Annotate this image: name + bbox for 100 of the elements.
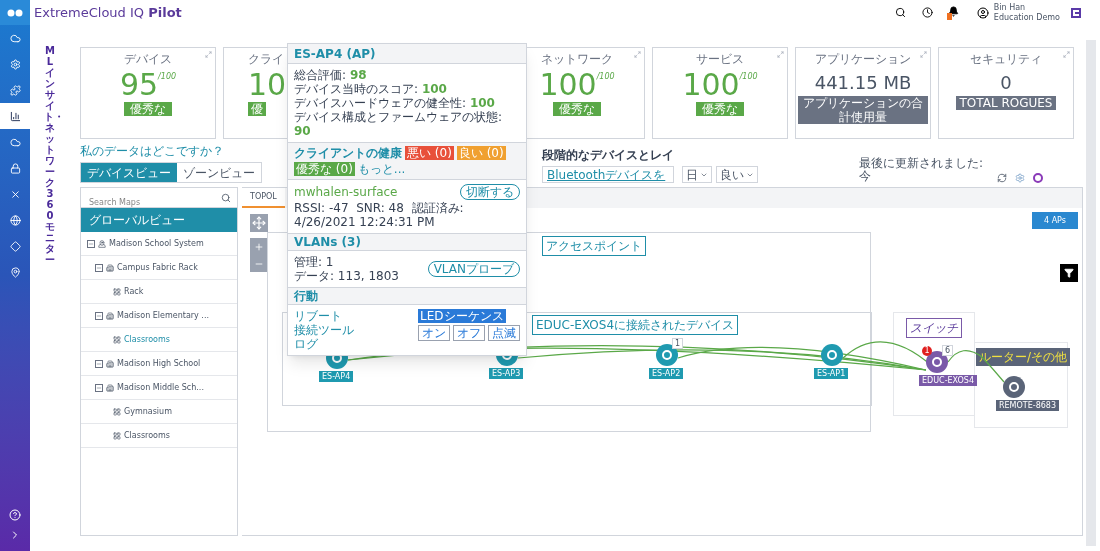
node-label: ES-AP4 <box>319 371 354 382</box>
cross-icon <box>9 188 21 200</box>
card-badge: TOTAL ROGUES <box>955 96 1057 110</box>
expand-icon[interactable] <box>1063 51 1070 58</box>
search-icon[interactable] <box>894 7 906 18</box>
led-button[interactable]: オフ <box>453 325 485 341</box>
client-name[interactable]: mwhalen-surface <box>294 185 398 199</box>
filter-field[interactable]: Bluetoothデバイスを <box>542 166 674 183</box>
pan-control[interactable] <box>250 214 268 232</box>
bell-icon[interactable] <box>946 5 959 20</box>
help-icon[interactable] <box>9 509 21 521</box>
led-button[interactable]: オン <box>418 325 450 341</box>
tree-item[interactable]: Madison High School <box>81 352 237 376</box>
settings-icon <box>9 58 21 70</box>
node-label: ES-AP1 <box>814 368 849 379</box>
cloud-icon <box>9 32 21 44</box>
score-line: 総合評価: 98 <box>294 68 368 82</box>
card-score: 441.15 MB <box>814 71 912 95</box>
node-label: ES-AP2 <box>649 368 684 379</box>
section-title: クライアントの健康 <box>294 146 402 160</box>
card-title: クライ <box>248 51 284 68</box>
card-max: /100 <box>739 71 758 83</box>
alert-badge: 1 <box>922 346 932 356</box>
collapse-icon[interactable] <box>95 359 103 368</box>
action-link[interactable]: ログ <box>294 337 354 351</box>
collapse-icon[interactable] <box>95 311 103 320</box>
building-icon <box>106 263 114 272</box>
popup-title: ES-AP4 (AP) <box>294 46 376 61</box>
filter-icon[interactable] <box>1064 268 1074 278</box>
client-stats: RSSI: -47 SNR: 48 認証済み: 4/26/2021 12:24:31 PM <box>294 201 465 229</box>
group-label: アクセスポイント <box>542 236 646 256</box>
cloud-icon <box>9 136 21 148</box>
expand-icon[interactable] <box>920 51 927 58</box>
refresh-icon[interactable] <box>997 173 1007 183</box>
last-updated: 最後に更新されました: 今 <box>859 157 985 183</box>
card-title: サービス <box>696 51 744 68</box>
dropdown[interactable]: 良い <box>716 166 758 183</box>
user-org: Education Demo <box>993 12 1060 23</box>
group-label: EDUC-EXOS4に接続されたデバイス <box>532 315 739 335</box>
score-line: デバイス構成とファームウェアの状態: 90 <box>294 110 504 138</box>
card-max: /100 <box>158 71 177 83</box>
tree-item[interactable]: Rack <box>81 280 237 304</box>
score-line: デバイス当時のスコア: 100 <box>294 82 448 96</box>
user-icon[interactable] <box>976 6 989 19</box>
collapse-icon[interactable] <box>95 383 103 392</box>
card-title: セキュリティ <box>970 51 1042 68</box>
tree-item[interactable]: Classrooms <box>81 328 237 352</box>
action-link[interactable]: 接続ツール <box>294 323 354 337</box>
health-badge: 優秀な (0) <box>294 162 355 176</box>
card-score: 10 <box>248 68 287 102</box>
zoom-in-icon[interactable] <box>254 241 264 252</box>
expand-icon[interactable] <box>777 51 784 58</box>
grid-icon <box>113 407 121 416</box>
expand-icon[interactable] <box>205 51 212 58</box>
more-link[interactable]: もっと... <box>357 162 406 176</box>
globe-icon <box>9 214 21 226</box>
access-point-node[interactable] <box>656 344 678 366</box>
card-title: デバイス <box>124 51 172 68</box>
lock-icon <box>9 162 21 174</box>
switch-node[interactable] <box>926 351 948 373</box>
view-tab[interactable]: デバイスビュー <box>81 163 177 182</box>
diamond-icon <box>9 240 21 252</box>
access-point-node[interactable] <box>821 344 843 366</box>
card-score: 0 <box>1000 71 1012 95</box>
section-title: VLANs (3) <box>294 235 361 249</box>
toggle-icon[interactable] <box>1033 173 1043 183</box>
node-label: ES-AP3 <box>489 368 524 379</box>
logo-icon[interactable] <box>0 0 30 25</box>
led-button[interactable]: 点滅 <box>488 325 520 341</box>
group-label: スイッチ <box>906 318 962 338</box>
tree-item[interactable]: Madison School System <box>81 232 237 256</box>
app-title: ExtremeCloud IQ Pilot <box>34 3 182 22</box>
clock-icon[interactable] <box>921 7 933 18</box>
ap-count-button[interactable]: 4 APs <box>1032 212 1078 229</box>
chart-icon <box>9 110 21 122</box>
expand-icon[interactable] <box>634 51 641 58</box>
collapse-icon[interactable] <box>87 239 95 248</box>
tree-item[interactable]: Campus Fabric Rack <box>81 256 237 280</box>
tree-root[interactable]: グローバルビュー <box>81 208 237 232</box>
tree-item[interactable]: Classrooms <box>81 424 237 448</box>
card-badge: アプリケーションの合計使用量 <box>798 96 928 124</box>
tree-item[interactable]: Madison Elementary ... <box>81 304 237 328</box>
grid-icon <box>113 335 121 344</box>
topology-tab[interactable]: TOPOL <box>242 188 285 208</box>
scrollbar[interactable] <box>1086 40 1096 546</box>
node-label: REMOTE-8683 <box>996 400 1059 411</box>
dropdown[interactable]: 日 <box>682 166 712 183</box>
nav-item[interactable] <box>0 103 30 129</box>
count-badge: 6 <box>942 345 954 356</box>
action-link[interactable]: リブート <box>294 309 354 323</box>
settings-icon[interactable] <box>1015 173 1025 183</box>
router-node[interactable] <box>1003 376 1025 398</box>
brand-icon[interactable] <box>1070 6 1082 19</box>
collapse-icon[interactable] <box>95 263 103 272</box>
tree-item[interactable]: Gymnasium <box>81 400 237 424</box>
group-label: ルーター/その他 <box>976 348 1071 366</box>
data-link[interactable]: 私のデータはどこですか？ <box>80 142 262 160</box>
tree-item[interactable]: Madison Middle Sch... <box>81 376 237 400</box>
card-score: 95 <box>119 68 159 102</box>
card-title: ネットワーク <box>541 51 613 68</box>
